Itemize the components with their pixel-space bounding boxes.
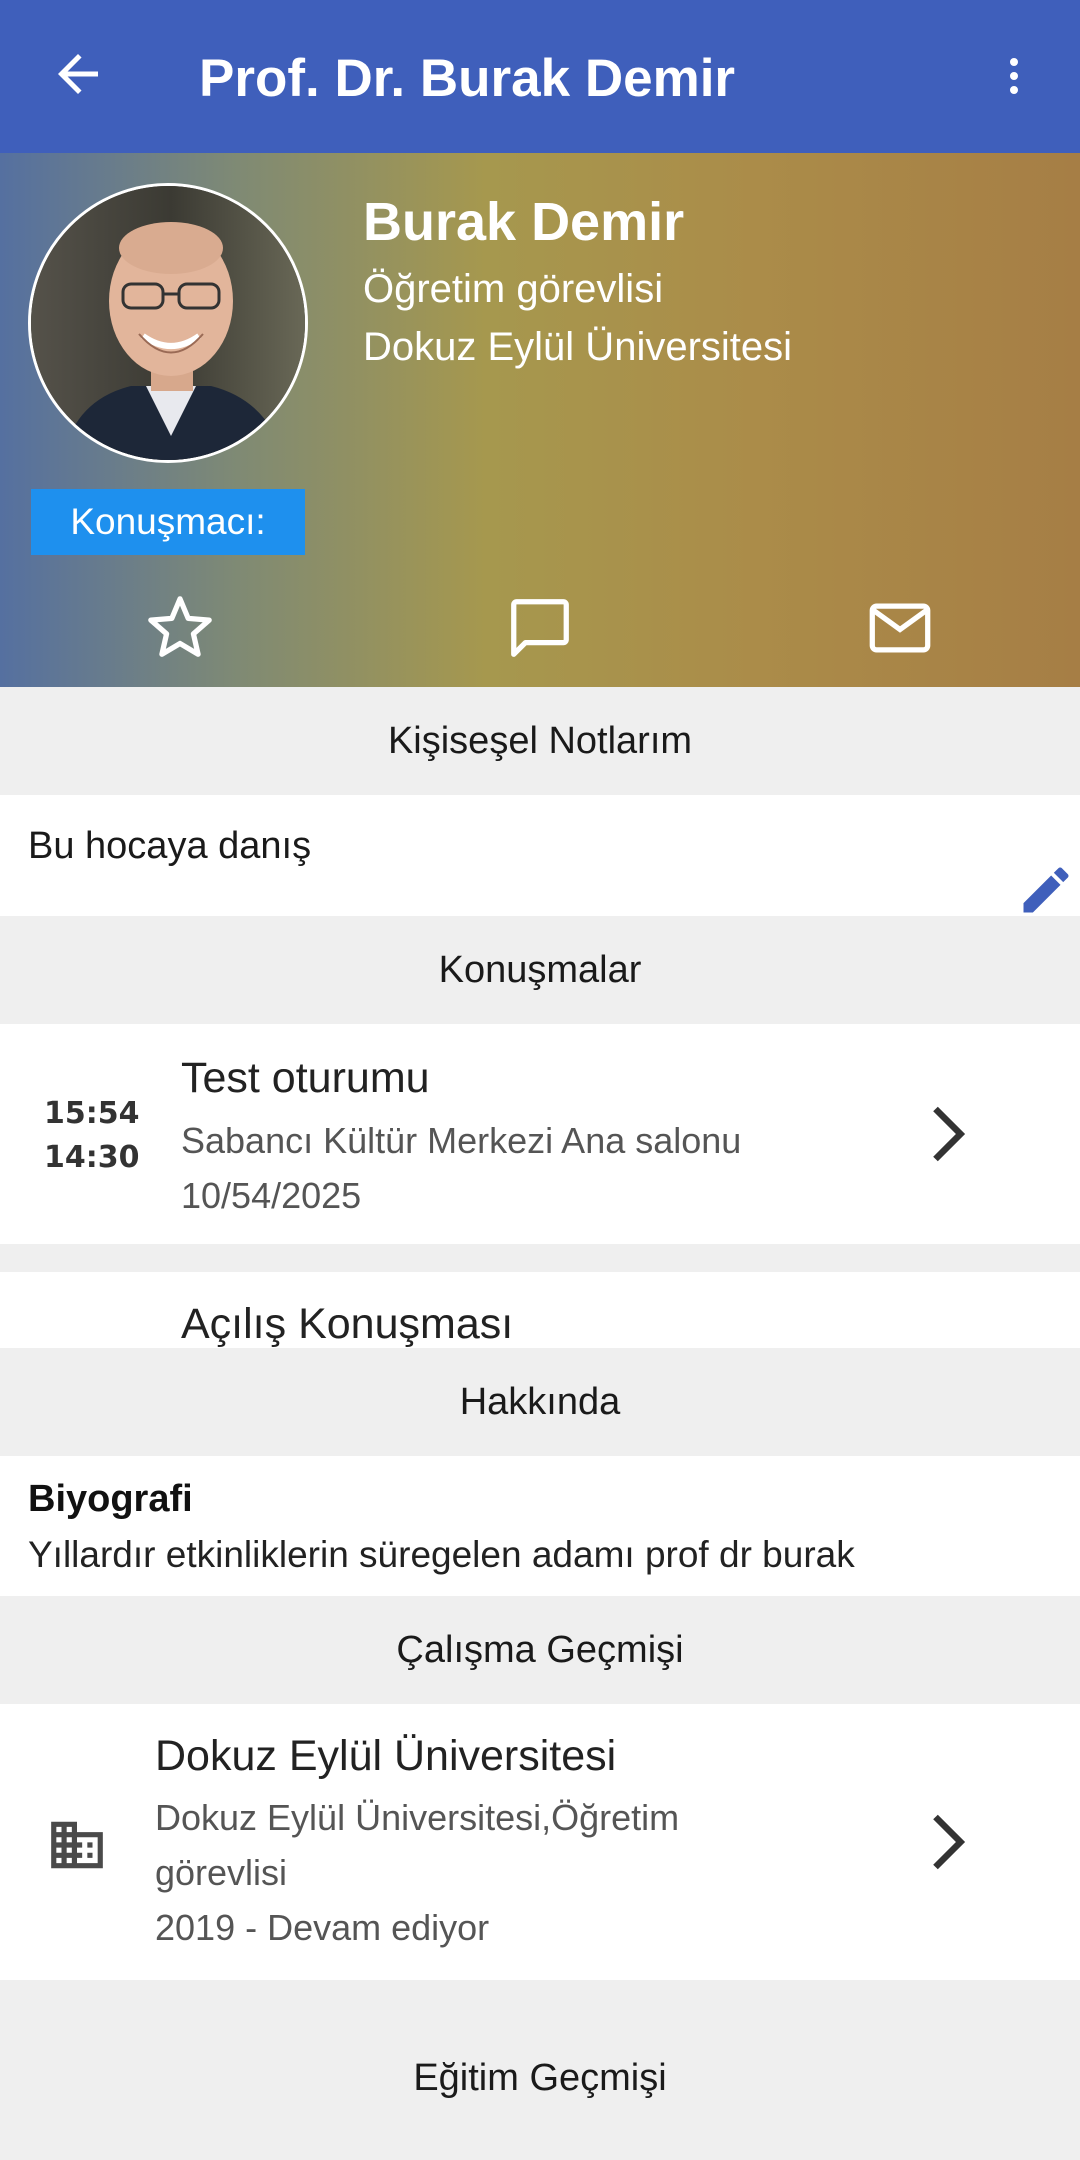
edit-icon[interactable] [1016, 860, 1076, 920]
education-section-header: Eğitim Geçmişi [0, 2024, 1080, 2132]
page-title: Prof. Dr. Burak Demir [199, 49, 736, 108]
speaker-badge: Konuşmacı: [31, 489, 305, 555]
talk-item[interactable]: Açılış Konuşması [0, 1272, 1080, 1348]
chevron-right-icon[interactable] [918, 1094, 978, 1174]
work-title: Dokuz Eylül Üniversitesi [155, 1732, 617, 1780]
work-details: Dokuz Eylül Üniversitesi,Öğretim görevli… [155, 1790, 679, 1955]
chevron-right-icon[interactable] [918, 1802, 978, 1882]
work-line1: Dokuz Eylül Üniversitesi,Öğretim [155, 1797, 680, 1838]
note-text: Bu hocaya danış [28, 825, 312, 867]
talk-title: Test oturumu [181, 1054, 430, 1102]
avatar [28, 183, 308, 463]
talk-times: 15:54 14:30 [44, 1092, 140, 1180]
talk-item[interactable]: 15:54 14:30 Test oturumu Sabancı Kültür … [0, 1024, 1080, 1244]
work-period: 2019 - Devam ediyor [155, 1907, 490, 1948]
star-icon[interactable] [145, 593, 215, 663]
work-item[interactable]: Dokuz Eylül Üniversitesi Dokuz Eylül Üni… [0, 1704, 1080, 1980]
arrow-left-icon[interactable] [48, 44, 108, 104]
profile-title: Öğretim görevlisi [363, 267, 664, 311]
chat-icon[interactable] [505, 593, 575, 663]
talk-start-time: 15:54 [44, 1096, 140, 1131]
talks-section-header: Konuşmalar [0, 916, 1080, 1024]
talk-details: Sabancı Kültür Merkezi Ana salonu 10/54/… [181, 1113, 741, 1223]
work-section-header: Çalışma Geçmişi [0, 1596, 1080, 1704]
talk-location: Sabancı Kültür Merkezi Ana salonu [181, 1120, 742, 1161]
notes-section-header: Kişiseşel Notlarım [0, 687, 1080, 795]
mail-icon[interactable] [865, 593, 935, 663]
about-section-header: Hakkında [0, 1348, 1080, 1456]
bio-text: Yıllardır etkinliklerin süregelen adamı … [28, 1534, 855, 1575]
profile-organization: Dokuz Eylül Üniversitesi [363, 325, 793, 369]
bio-card: Biyografi Yıllardır etkinliklerin sürege… [0, 1456, 1080, 1596]
talk-date: 10/54/2025 [181, 1175, 362, 1216]
talk-end-time: 14:30 [44, 1140, 140, 1175]
talk-title: Açılış Konuşması [181, 1300, 514, 1348]
notes-card: Bu hocaya danış [0, 795, 1080, 916]
app-bar: Prof. Dr. Burak Demir [0, 0, 1080, 153]
more-vertical-icon[interactable] [990, 48, 1038, 104]
profile-header: Burak Demir Öğretim görevlisi Dokuz Eylü… [0, 153, 1080, 687]
bio-title: Biyografi [28, 1478, 193, 1520]
building-icon [51, 1821, 103, 1869]
profile-name: Burak Demir [363, 192, 685, 252]
work-line2: görevlisi [155, 1852, 288, 1893]
